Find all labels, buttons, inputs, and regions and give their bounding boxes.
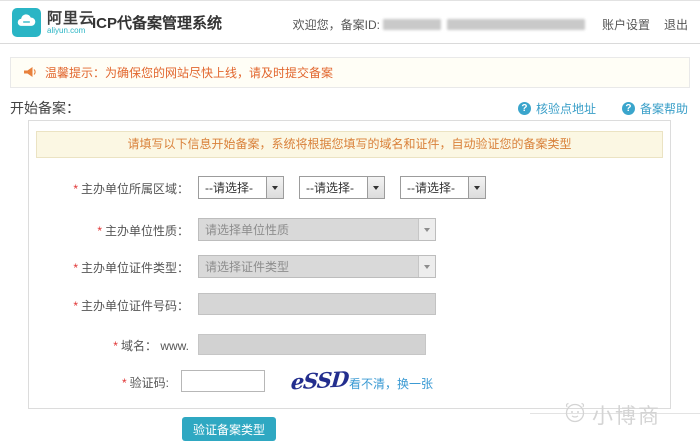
checkpoint-address-link[interactable]: ? 核验点地址 (517, 100, 596, 117)
region-province-select[interactable]: --请选择- (198, 176, 284, 199)
cloud-icon (16, 13, 37, 33)
chevron-down-icon (266, 177, 283, 198)
question-icon: ? (517, 102, 531, 115)
header: 阿里云 aliyun.com ICP代备案管理系统 欢迎您，备案ID: 账户设置… (0, 1, 700, 44)
welcome-text: 欢迎您，备案ID: (292, 18, 380, 32)
section-title: 开始备案： (10, 100, 80, 116)
row-captcha: * 验证码: eSSD 看不清，换一张 (29, 366, 672, 394)
domain-input-redacted[interactable] (198, 334, 426, 355)
row-cert-number: * 主办单位证件号码： (29, 293, 672, 317)
region-district-select[interactable]: --请选择- (400, 176, 486, 199)
watermark-text: 小博商 (592, 404, 661, 428)
header-account-area: 欢迎您，备案ID: 账户设置 退出 (293, 16, 688, 33)
aliyun-logo[interactable] (12, 8, 41, 37)
notice-text: 温馨提示：为确保您的网站尽快上线，请及时提交备案 (45, 66, 334, 80)
page: 阿里云 aliyun.com ICP代备案管理系统 欢迎您，备案ID: 账户设置… (0, 0, 700, 447)
redacted-filing-id (382, 19, 441, 30)
chevron-down-icon (418, 219, 435, 240)
cert-type-label: * 主办单位证件类型： (73, 261, 189, 275)
row-cert-type: * 主办单位证件类型： 请选择证件类型 (29, 255, 672, 279)
help-links: ? 核验点地址 ? 备案帮助 (517, 100, 688, 117)
verify-filing-type-button[interactable]: 验证备案类型 (182, 417, 276, 441)
cert-number-label: * 主办单位证件号码： (73, 299, 189, 313)
brand-name: 阿里云 (47, 10, 96, 27)
page-title: ICP代备案管理系统 (92, 15, 223, 32)
account-settings-link[interactable]: 账户设置 (602, 16, 650, 33)
captcha-refresh-link[interactable]: 看不清，换一张 (349, 375, 433, 392)
captcha-label: * 验证码: (121, 376, 169, 390)
captcha-image: eSSD (289, 365, 350, 394)
form-instruction: 请填写以下信息开始备案，系统将根据您填写的域名和证件，自动验证您的备案类型 (36, 131, 663, 158)
notice-bar: 温馨提示：为确保您的网站尽快上线，请及时提交备案 (10, 57, 690, 88)
row-org-nature: * 主办单位性质： 请选择单位性质 (29, 218, 672, 242)
domain-prefix: www. (160, 339, 189, 353)
row-domain: * 域名： www. (29, 333, 672, 357)
chevron-down-icon (468, 177, 485, 198)
logout-link[interactable]: 退出 (664, 16, 688, 33)
filing-help-link[interactable]: ? 备案帮助 (621, 100, 688, 117)
question-icon: ? (621, 102, 635, 115)
watermark: 小博商 (562, 399, 661, 430)
org-nature-select[interactable]: 请选择单位性质 (198, 218, 436, 241)
required-mark: * (73, 182, 78, 196)
org-nature-label: * 主办单位性质： (97, 224, 189, 238)
checkpoint-address-label: 核验点地址 (535, 102, 596, 116)
megaphone-icon (23, 66, 37, 79)
region-city-select[interactable]: --请选择- (299, 176, 385, 199)
cert-type-select[interactable]: 请选择证件类型 (198, 255, 436, 278)
captcha-input[interactable] (181, 370, 265, 392)
row-region: * 主办单位所属区域： --请选择- --请选择- --请选择- (29, 176, 672, 200)
cert-number-input[interactable] (198, 293, 436, 315)
region-label: * 主办单位所属区域： (73, 182, 189, 196)
filing-help-label: 备案帮助 (639, 102, 688, 116)
chevron-down-icon (418, 256, 435, 277)
redacted-account-email (446, 19, 585, 30)
domain-label: * 域名： www. (113, 339, 189, 353)
chevron-down-icon (367, 177, 384, 198)
filing-form: 请填写以下信息开始备案，系统将根据您填写的域名和证件，自动验证您的备案类型 * 主… (28, 120, 671, 409)
brand-domain: aliyun.com (47, 26, 86, 35)
face-icon (562, 399, 588, 430)
